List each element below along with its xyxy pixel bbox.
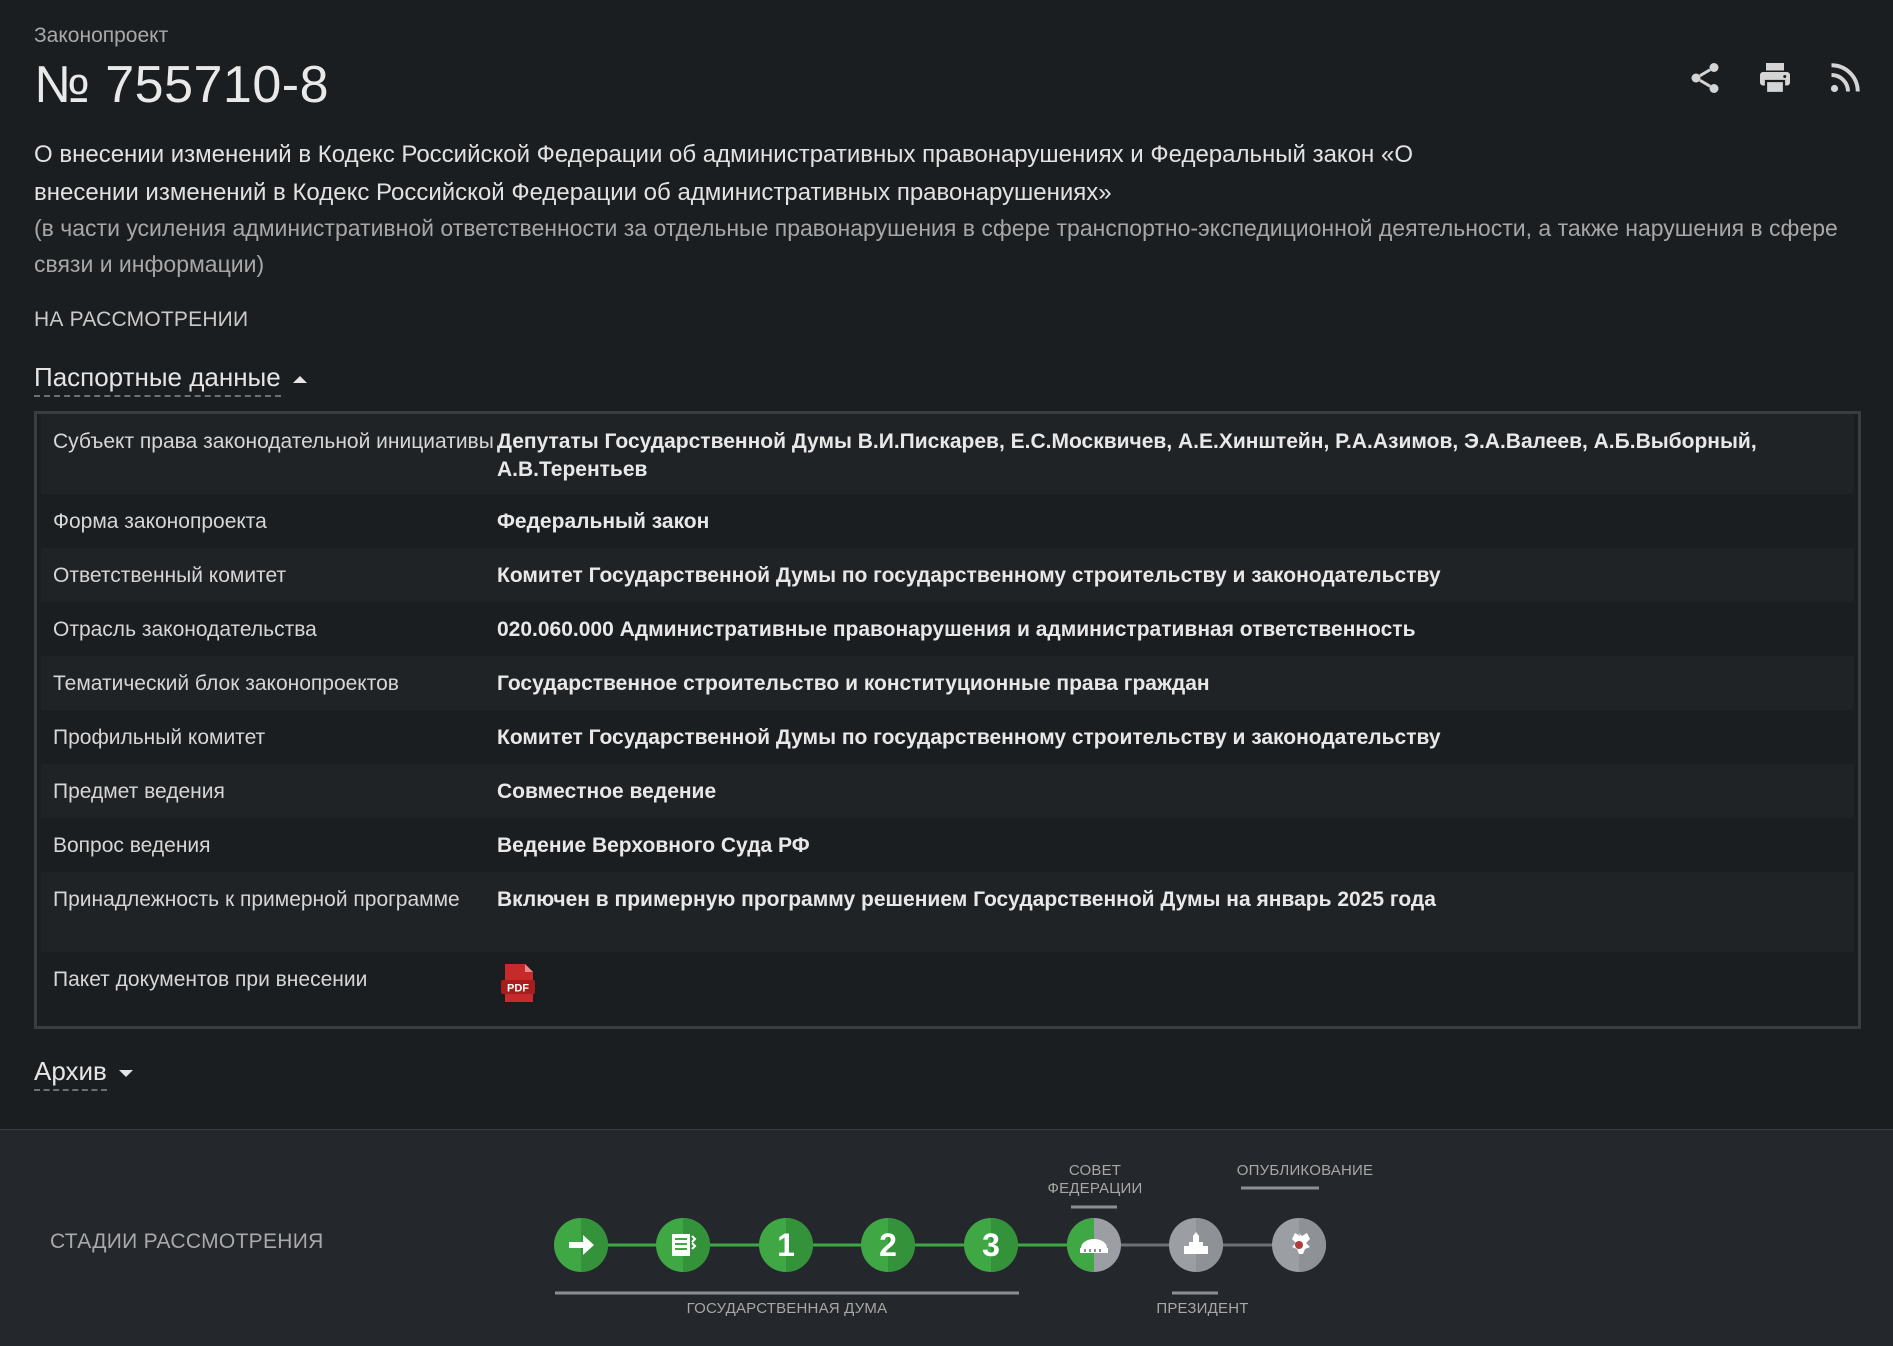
bill-title: О внесении изменений в Кодекс Российской… bbox=[34, 141, 1413, 206]
coat-of-arms-icon bbox=[1272, 1218, 1326, 1272]
status-label: НА РАССМОТРЕНИИ bbox=[34, 308, 249, 331]
row-key: Форма законопроекта bbox=[53, 510, 267, 533]
row-value: Включен в примерную программу решением Г… bbox=[497, 888, 1436, 911]
stage-introduction[interactable] bbox=[554, 1218, 608, 1272]
stage-number: 3 bbox=[982, 1227, 1000, 1263]
kremlin-icon bbox=[1169, 1218, 1223, 1272]
print-icon[interactable] bbox=[1757, 60, 1793, 96]
row-value: Комитет Государственной Думы по государс… bbox=[497, 726, 1441, 749]
caret-up-icon bbox=[292, 376, 307, 383]
row-value: 020.060.000 Административные правонаруше… bbox=[497, 618, 1416, 641]
row-key: Пакет документов при внесении bbox=[53, 968, 368, 991]
caret-down-icon bbox=[118, 1070, 133, 1077]
pdf-file-icon[interactable]: PDF bbox=[497, 962, 539, 1004]
row-value: Ведение Верховного Суда РФ bbox=[497, 834, 810, 857]
table-row: Форма законопроекта Федеральный закон bbox=[41, 494, 1854, 548]
table-row: Пакет документов при внесении PDF bbox=[41, 952, 1854, 1024]
row-key: Профильный комитет bbox=[53, 726, 266, 749]
page-header: Законопроект № 755710-8 bbox=[34, 24, 1863, 116]
bill-number: № 755710-8 bbox=[34, 56, 329, 114]
stage-president[interactable] bbox=[1169, 1218, 1223, 1272]
federation-council-icon bbox=[1067, 1218, 1121, 1272]
row-value: Депутаты Государственной Думы В.И.Пискар… bbox=[497, 430, 1757, 481]
stage-preliminary[interactable] bbox=[656, 1218, 710, 1272]
stage-second-reading[interactable]: 2 bbox=[861, 1218, 915, 1272]
archive-toggle-label: Архив bbox=[34, 1056, 107, 1091]
row-value: PDF bbox=[497, 952, 1854, 1024]
passport-table: Субъект права законодательной инициативы… bbox=[34, 411, 1861, 1029]
row-key: Субъект права законодательной инициативы bbox=[53, 430, 494, 453]
stage-first-reading[interactable]: 1 bbox=[759, 1218, 813, 1272]
passport-toggle[interactable]: Паспортные данные bbox=[34, 362, 307, 397]
row-value: Совместное ведение bbox=[497, 780, 717, 803]
table-row: Принадлежность к примерной программе Вкл… bbox=[41, 872, 1854, 952]
table-row: Ответственный комитет Комитет Государств… bbox=[41, 548, 1854, 602]
table-row: Вопрос ведения Ведение Верховного Суда Р… bbox=[41, 818, 1854, 872]
row-key: Отрасль законодательства bbox=[53, 618, 317, 641]
row-value: Государственное строительство и конститу… bbox=[497, 672, 1210, 695]
document-list-icon bbox=[656, 1218, 710, 1272]
row-key: Тематический блок законопроектов bbox=[53, 672, 399, 695]
table-row: Профильный комитет Комитет Государственн… bbox=[41, 710, 1854, 764]
stages-track bbox=[555, 1186, 1319, 1295]
table-row: Предмет ведения Совместное ведение bbox=[41, 764, 1854, 818]
passport-toggle-label: Паспортные данные bbox=[34, 362, 281, 397]
stage-federation-council[interactable] bbox=[1067, 1218, 1121, 1272]
stage-number: 2 bbox=[879, 1227, 897, 1263]
row-key: Вопрос ведения bbox=[53, 834, 211, 857]
pdf-label: PDF bbox=[507, 983, 529, 995]
bill-subtitle: (в части усиления административной ответ… bbox=[34, 215, 1838, 277]
share-icon[interactable] bbox=[1687, 60, 1723, 96]
arrow-right-icon bbox=[554, 1218, 608, 1272]
table-row: Отрасль законодательства 020.060.000 Адм… bbox=[41, 602, 1854, 656]
row-key: Предмет ведения bbox=[53, 780, 225, 803]
document-type-label: Законопроект bbox=[34, 24, 169, 47]
stage-number: 1 bbox=[777, 1227, 795, 1263]
stage-publication[interactable] bbox=[1272, 1218, 1326, 1272]
stage-third-reading[interactable]: 3 bbox=[964, 1218, 1018, 1272]
archive-toggle[interactable]: Архив bbox=[34, 1056, 133, 1091]
rss-icon[interactable] bbox=[1827, 60, 1863, 96]
row-key: Принадлежность к примерной программе bbox=[53, 888, 460, 911]
row-value: Комитет Государственной Думы по государс… bbox=[497, 564, 1441, 587]
table-row: Тематический блок законопроектов Государ… bbox=[41, 656, 1854, 710]
row-value: Федеральный закон bbox=[497, 510, 710, 533]
table-row: Субъект права законодательной инициативы… bbox=[41, 414, 1854, 494]
row-key: Ответственный комитет bbox=[53, 564, 287, 587]
header-actions bbox=[1687, 60, 1863, 96]
